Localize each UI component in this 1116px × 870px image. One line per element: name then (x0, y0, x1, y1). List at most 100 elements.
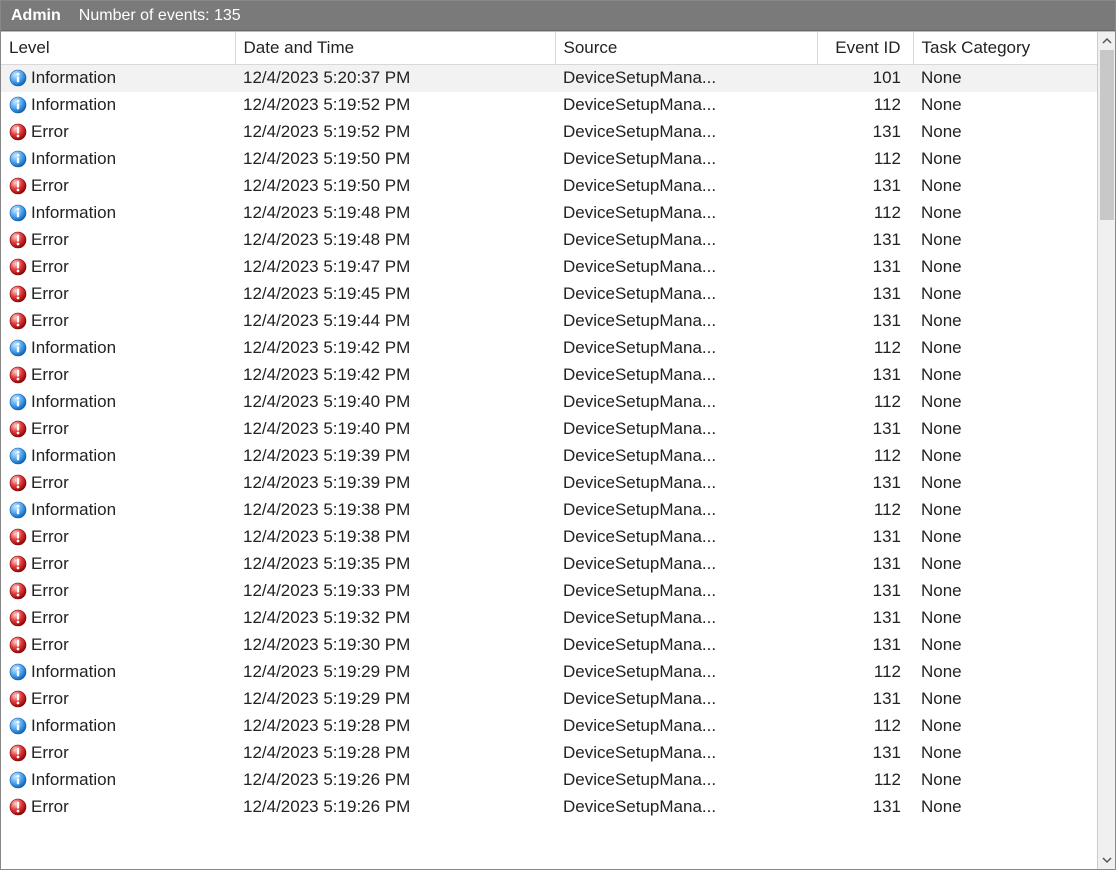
cell-task: None (913, 497, 1097, 524)
cell-level: Information (1, 335, 235, 362)
table-row[interactable]: Error12/4/2023 5:19:42 PMDeviceSetupMana… (1, 362, 1097, 389)
table-row[interactable]: Information12/4/2023 5:19:29 PMDeviceSet… (1, 659, 1097, 686)
cell-source: DeviceSetupMana... (555, 632, 817, 659)
table-row[interactable]: Information 12/4/2023 5:19:38 PMDeviceSet… (1, 497, 1097, 524)
cell-eventid: 131 (817, 416, 913, 443)
cell-source: DeviceSetupMana... (555, 65, 817, 92)
cell-level: Error (1, 416, 235, 443)
table-row[interactable]: Error12/4/2023 5:19:29 PMDeviceSetupMana… (1, 686, 1097, 713)
cell-level: Information (1, 146, 235, 173)
table-row[interactable]: Information12/4/2023 5:19:28 PMDeviceSet… (1, 713, 1097, 740)
titlebar-label: Admin (11, 7, 61, 25)
table-row[interactable]: Error12/4/2023 5:19:28 PMDeviceSetupMana… (1, 740, 1097, 767)
cell-eventid: 131 (817, 605, 913, 632)
cell-eventid: 131 (817, 794, 913, 821)
cell-level: Error (1, 686, 235, 713)
content-area: Level Date and Time Source Event ID Task… (1, 31, 1115, 869)
error-icon (9, 798, 27, 816)
table-row[interactable]: Error12/4/2023 5:19:47 PMDeviceSetupMana… (1, 254, 1097, 281)
cell-task: None (913, 794, 1097, 821)
cell-level: Information (1, 659, 235, 686)
error-icon (9, 231, 27, 249)
cell-task: None (913, 740, 1097, 767)
table-row[interactable]: Error12/4/2023 5:19:48 PMDeviceSetupMana… (1, 227, 1097, 254)
cell-datetime: 12/4/2023 5:20:37 PM (235, 65, 555, 92)
table-row[interactable]: Error12/4/2023 5:19:39 PMDeviceSetupMana… (1, 470, 1097, 497)
table-row[interactable]: Error12/4/2023 5:19:52 PMDeviceSetupMana… (1, 119, 1097, 146)
table-row[interactable]: Information12/4/2023 5:19:50 PMDeviceSet… (1, 146, 1097, 173)
cell-level: Error (1, 119, 235, 146)
level-label: Error (31, 581, 69, 601)
table-row[interactable]: Information12/4/2023 5:19:48 PMDeviceSet… (1, 200, 1097, 227)
cell-eventid: 112 (817, 389, 913, 416)
table-row[interactable]: Error12/4/2023 5:19:30 PMDeviceSetupMana… (1, 632, 1097, 659)
level-label: Information (31, 500, 116, 520)
level-label: Information (31, 662, 116, 682)
cell-level: Information (1, 497, 235, 524)
cell-source: DeviceSetupMana... (555, 443, 817, 470)
table-row[interactable]: Error12/4/2023 5:19:33 PMDeviceSetupMana… (1, 578, 1097, 605)
table-row[interactable]: Information12/4/2023 5:20:37 PMDeviceSet… (1, 65, 1097, 92)
scroll-thumb[interactable] (1100, 50, 1114, 220)
error-icon (9, 312, 27, 330)
column-header-task[interactable]: Task Category (913, 32, 1097, 65)
table-row[interactable]: Error12/4/2023 5:19:40 PMDeviceSetupMana… (1, 416, 1097, 443)
column-header-eventid[interactable]: Event ID (817, 32, 913, 65)
cell-source: DeviceSetupMana... (555, 713, 817, 740)
column-header-datetime[interactable]: Date and Time (235, 32, 555, 65)
cell-source: DeviceSetupMana... (555, 497, 817, 524)
cell-eventid: 112 (817, 335, 913, 362)
column-header-source[interactable]: Source (555, 32, 817, 65)
table-row[interactable]: Error12/4/2023 5:19:44 PMDeviceSetupMana… (1, 308, 1097, 335)
cell-datetime: 12/4/2023 5:19:29 PM (235, 659, 555, 686)
cell-level: Information (1, 92, 235, 119)
error-icon (9, 366, 27, 384)
cell-datetime: 12/4/2023 5:19:32 PM (235, 605, 555, 632)
info-icon (9, 204, 27, 222)
cell-eventid: 131 (817, 524, 913, 551)
table-row[interactable]: Information12/4/2023 5:19:26 PMDeviceSet… (1, 767, 1097, 794)
cell-source: DeviceSetupMana... (555, 281, 817, 308)
cell-level: Error (1, 173, 235, 200)
table-row[interactable]: Information12/4/2023 5:19:52 PMDeviceSet… (1, 92, 1097, 119)
table-row[interactable]: Information12/4/2023 5:19:42 PMDeviceSet… (1, 335, 1097, 362)
scroll-down-arrow-icon[interactable] (1098, 851, 1115, 869)
table-row[interactable]: Error12/4/2023 5:19:32 PMDeviceSetupMana… (1, 605, 1097, 632)
level-label: Error (31, 365, 69, 385)
cell-eventid: 112 (817, 443, 913, 470)
info-icon (9, 501, 27, 519)
level-label: Information (31, 149, 116, 169)
scroll-up-arrow-icon[interactable] (1098, 32, 1115, 50)
cell-datetime: 12/4/2023 5:19:44 PM (235, 308, 555, 335)
level-label: Error (31, 230, 69, 250)
column-header-level[interactable]: Level (1, 32, 235, 65)
cell-level: Information (1, 767, 235, 794)
table-row[interactable]: Information12/4/2023 5:19:39 PMDeviceSet… (1, 443, 1097, 470)
table-row[interactable]: Error12/4/2023 5:19:45 PMDeviceSetupMana… (1, 281, 1097, 308)
cell-datetime: 12/4/2023 5:19:52 PM (235, 119, 555, 146)
level-label: Error (31, 689, 69, 709)
table-row[interactable]: Error12/4/2023 5:19:50 PMDeviceSetupMana… (1, 173, 1097, 200)
error-icon (9, 582, 27, 600)
cell-eventid: 131 (817, 173, 913, 200)
error-icon (9, 528, 27, 546)
level-label: Error (31, 257, 69, 277)
table-row[interactable]: Information12/4/2023 5:19:40 PMDeviceSet… (1, 389, 1097, 416)
level-label: Error (31, 608, 69, 628)
cell-source: DeviceSetupMana... (555, 794, 817, 821)
table-row[interactable]: Error12/4/2023 5:19:35 PMDeviceSetupMana… (1, 551, 1097, 578)
level-label: Error (31, 311, 69, 331)
cell-datetime: 12/4/2023 5:19:38 PM (235, 524, 555, 551)
cell-datetime: 12/4/2023 5:19:38 PM (235, 497, 555, 524)
cell-task: None (913, 389, 1097, 416)
error-icon (9, 258, 27, 276)
table-row[interactable]: Error12/4/2023 5:19:38 PMDeviceSetupMana… (1, 524, 1097, 551)
event-table-wrap: Level Date and Time Source Event ID Task… (1, 32, 1097, 869)
cell-task: None (913, 713, 1097, 740)
table-row[interactable]: Error12/4/2023 5:19:26 PMDeviceSetupMana… (1, 794, 1097, 821)
vertical-scrollbar[interactable] (1097, 32, 1115, 869)
info-icon (9, 150, 27, 168)
cell-level: Error (1, 794, 235, 821)
info-icon (9, 69, 27, 87)
cell-source: DeviceSetupMana... (555, 740, 817, 767)
